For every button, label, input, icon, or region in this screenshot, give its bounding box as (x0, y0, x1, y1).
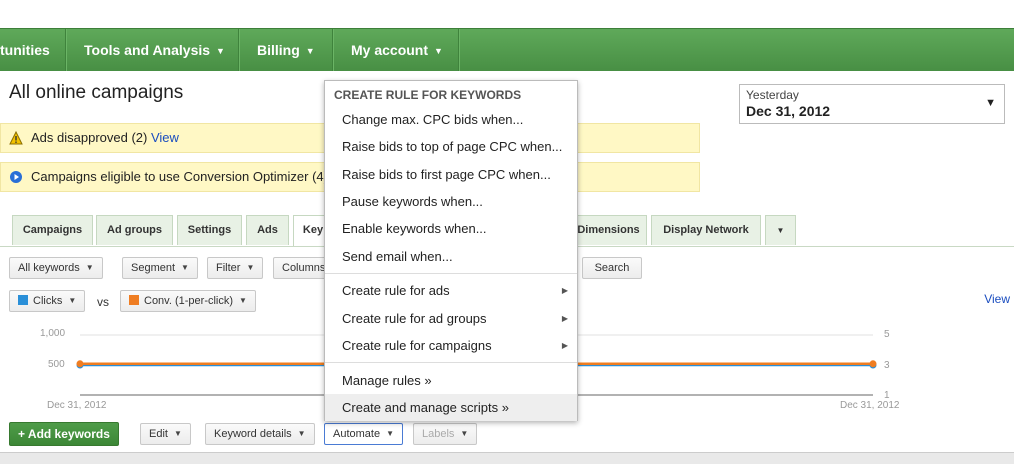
date-range-label: Yesterday (746, 88, 799, 102)
tab-ad-groups[interactable]: Ad groups (96, 215, 173, 245)
nav-label: Tools and Analysis (84, 42, 211, 58)
automate-dropdown[interactable]: Automate ▼ (324, 423, 404, 445)
vs-label: vs (97, 295, 109, 309)
chevron-down-icon: ▼ (305, 46, 315, 56)
segment-dropdown[interactable]: Segment ▼ (122, 257, 198, 279)
chevron-down-icon: ▼ (239, 296, 247, 305)
button-label: Search (594, 262, 630, 274)
view-link[interactable]: View (151, 130, 179, 145)
menu-item-label: Create rule for ad groups (342, 311, 487, 326)
menu-item-change-max-cpc[interactable]: Change max. CPC bids when... (325, 106, 577, 133)
menu-item-rule-campaigns[interactable]: Create rule for campaigns ▶ (325, 332, 577, 359)
tab-settings[interactable]: Settings (177, 215, 242, 245)
chevron-down-icon: ▼ (460, 429, 469, 438)
menu-item-send-email[interactable]: Send email when... (325, 243, 577, 270)
x-tick: Dec 31, 2012 (840, 400, 900, 411)
metric2-dropdown[interactable]: Conv. (1-per-click) ▼ (120, 290, 256, 312)
nav-label: Billing (257, 42, 300, 58)
menu-item-raise-top-page[interactable]: Raise bids to top of page CPC when... (325, 133, 577, 160)
button-label: Segment (131, 262, 176, 274)
y-left-tick: 500 (48, 359, 65, 370)
chevron-down-icon: ▼ (181, 263, 189, 272)
nav-opportunities[interactable]: tunities (0, 29, 66, 71)
button-label: Conv. (1-per-click) (144, 295, 234, 307)
tab-ads[interactable]: Ads (246, 215, 289, 245)
edit-dropdown[interactable]: Edit ▼ (140, 423, 191, 445)
menu-item-rule-ads[interactable]: Create rule for ads ▶ (325, 277, 577, 304)
metric1-swatch (18, 295, 28, 305)
warning-icon (9, 131, 23, 145)
chevron-down-icon: ▼ (68, 296, 77, 305)
chevron-down-icon: ▼ (434, 46, 443, 56)
nav-label: My account (351, 42, 429, 58)
tab-display-network[interactable]: Display Network (651, 215, 761, 245)
y-left-tick: 1,000 (40, 328, 66, 339)
filter-dropdown[interactable]: Filter ▼ (207, 257, 264, 279)
menu-item-raise-first-page[interactable]: Raise bids to first page CPC when... (325, 161, 577, 188)
button-label: Automate (333, 428, 381, 440)
nav-tools-analysis[interactable]: Tools and Analysis ▼ (66, 29, 239, 71)
x-tick: Dec 31, 2012 (47, 400, 107, 411)
metric2-swatch (129, 295, 139, 305)
chevron-down-icon: ▼ (297, 429, 306, 438)
nav-label: tunities (0, 42, 50, 58)
menu-item-label: Create rule for campaigns (342, 338, 492, 353)
submenu-arrow-icon: ▶ (561, 286, 568, 295)
table-header-row (0, 452, 1014, 464)
menu-item-manage-scripts[interactable]: Create and manage scripts » (325, 394, 577, 421)
alert-message: Ads disapproved (2) (31, 130, 148, 145)
add-keywords-button[interactable]: + Add keywords (9, 422, 119, 446)
alert-text: Ads disapproved (2) View (31, 124, 179, 152)
button-label: Columns (282, 262, 326, 274)
nav-my-account[interactable]: My account ▼ (333, 29, 459, 71)
menu-item-enable-keywords[interactable]: Enable keywords when... (325, 215, 577, 242)
data-point (869, 360, 877, 368)
y-right-tick: 5 (884, 329, 890, 340)
keyword-details-dropdown[interactable]: Keyword details ▼ (205, 423, 315, 445)
chart-view-link[interactable]: View (984, 292, 1010, 306)
main-nav: tunities Tools and Analysis ▼ Billing ▼ My… (0, 28, 1014, 71)
date-range-picker[interactable]: Yesterday Dec 31, 2012 ▼ (739, 84, 1005, 124)
button-label: Filter (216, 262, 241, 274)
tab-campaigns[interactable]: Campaigns (12, 215, 93, 245)
info-icon (10, 171, 22, 183)
button-label: Clicks (33, 295, 63, 307)
all-keywords-dropdown[interactable]: All keywords ▼ (9, 257, 103, 279)
y-right-tick: 3 (884, 360, 890, 371)
button-label: Keyword details (214, 428, 292, 440)
dropdown-arrow-icon: ▼ (985, 97, 996, 109)
button-label: Edit (149, 428, 168, 440)
date-range-value: Dec 31, 2012 (746, 103, 831, 119)
chevron-down-icon: ▼ (776, 226, 785, 235)
menu-item-pause-keywords[interactable]: Pause keywords when... (325, 188, 577, 215)
chevron-down-icon: ▼ (85, 263, 94, 272)
chevron-down-icon: ▼ (173, 429, 182, 438)
alert-message: Campaigns eligible to use Conversion Opt… (31, 169, 328, 184)
page-title: All online campaigns (9, 82, 184, 103)
search-button[interactable]: Search (582, 257, 642, 279)
menu-item-rule-ad-groups[interactable]: Create rule for ad groups ▶ (325, 305, 577, 332)
chevron-down-icon: ▼ (216, 46, 225, 56)
nav-billing[interactable]: Billing ▼ (239, 29, 333, 71)
tab-more[interactable]: ▼ (765, 215, 796, 245)
menu-divider (325, 273, 577, 274)
submenu-arrow-icon: ▶ (561, 314, 568, 323)
button-label: Labels (422, 428, 455, 440)
submenu-arrow-icon: ▶ (561, 341, 568, 350)
metric1-dropdown[interactable]: Clicks ▼ (9, 290, 86, 312)
chevron-down-icon: ▼ (246, 263, 255, 272)
automate-menu: CREATE RULE FOR KEYWORDS Change max. CPC… (324, 80, 578, 421)
labels-dropdown[interactable]: Labels ▼ (413, 423, 478, 445)
menu-item-manage-rules[interactable]: Manage rules » (325, 367, 577, 394)
button-label: All keywords (18, 262, 80, 274)
account-strip (0, 0, 1014, 28)
chevron-down-icon: ▼ (386, 429, 395, 438)
tab-dimensions[interactable]: Dimensions (570, 215, 647, 245)
menu-item-label: Create rule for ads (342, 283, 450, 298)
data-point (76, 360, 84, 368)
menu-header: CREATE RULE FOR KEYWORDS (334, 88, 522, 102)
menu-divider (325, 362, 577, 363)
